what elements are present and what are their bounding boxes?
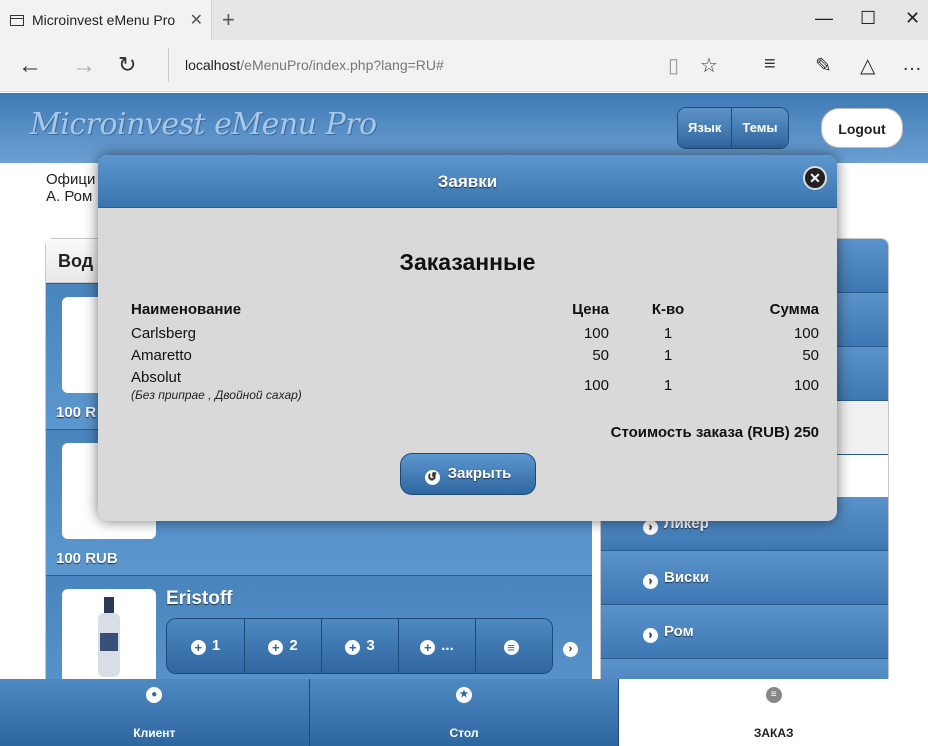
officer-line-1: Офици xyxy=(46,171,96,188)
tab-close-icon[interactable]: ✕ xyxy=(190,10,203,30)
dialog-close-icon[interactable]: ✕ xyxy=(803,166,827,190)
maximize-icon[interactable]: ☐ xyxy=(860,8,876,29)
browser-tab-bar: Microinvest eMenu Pro ✕ + — ☐ ✕ xyxy=(0,0,928,40)
officer-line-2: А. Ром xyxy=(46,188,93,205)
user-icon: ● xyxy=(146,687,163,703)
product-name: Eristoff xyxy=(166,588,233,609)
category-item-whisky[interactable]: › Виски xyxy=(601,551,888,605)
list-icon: ≡ xyxy=(765,687,782,703)
web-note-icon[interactable]: ✎ xyxy=(815,53,832,78)
dialog-title: Заявки xyxy=(98,155,837,208)
share-icon[interactable]: △ xyxy=(860,53,875,78)
details-button[interactable]: ≡ xyxy=(475,619,552,673)
favorite-star-icon[interactable]: ☆ xyxy=(700,53,718,78)
orders-dialog: Заявки ✕ Заказанные Наименование Цена К-… xyxy=(98,155,837,521)
bottle-image xyxy=(98,597,120,677)
reading-view-icon[interactable]: ▯ xyxy=(668,53,679,78)
nav-order[interactable]: ≡ ЗАКАЗ xyxy=(619,679,928,746)
url-field[interactable]: localhost/eMenuPro/index.php?lang=RU# xyxy=(168,48,648,82)
plus-icon: + xyxy=(190,640,206,655)
nav-table[interactable]: ★ Стол xyxy=(309,679,620,746)
app-header: Microinvest eMenu Pro Язык Темы Logout xyxy=(0,93,928,163)
officer-info: Офици А. Ром xyxy=(46,171,95,205)
hub-icon[interactable]: ≡ xyxy=(764,53,776,76)
refresh-icon[interactable]: ↻ xyxy=(118,52,136,78)
browser-tab[interactable]: Microinvest eMenu Pro ✕ xyxy=(0,0,212,40)
chevron-right-icon: › xyxy=(643,574,658,589)
close-dialog-button[interactable]: ↺ Закрыть xyxy=(400,453,536,495)
new-tab-icon[interactable]: + xyxy=(222,7,235,33)
tab-title: Microinvest eMenu Pro xyxy=(32,12,176,28)
minimize-icon[interactable]: — xyxy=(815,8,833,29)
chevron-right-icon: › xyxy=(643,520,658,535)
product-image xyxy=(62,589,156,685)
forward-icon[interactable]: → xyxy=(72,52,96,80)
more-icon[interactable]: … xyxy=(902,53,922,76)
quantity-buttons: +1 +2 +3 +... ≡ xyxy=(166,618,553,674)
address-bar: ← → ↻ localhost/eMenuPro/index.php?lang=… xyxy=(0,40,928,92)
header-button-group: Язык Темы xyxy=(677,107,789,149)
plus-icon: + xyxy=(345,640,361,655)
table-header: Наименование Цена К-во Сумма xyxy=(131,301,819,318)
qty-2-button[interactable]: +2 xyxy=(244,619,321,673)
table-row: Carlsberg 100 1 100 xyxy=(131,325,819,342)
plus-icon: + xyxy=(420,640,436,655)
table-row: Amaretto 50 1 50 xyxy=(131,347,819,364)
qty-3-button[interactable]: +3 xyxy=(321,619,398,673)
back-icon[interactable]: ← xyxy=(18,52,42,80)
list-icon: ≡ xyxy=(503,640,519,655)
product-price: 100 R xyxy=(56,404,97,421)
plus-icon: + xyxy=(268,640,284,655)
dialog-heading: Заказанные xyxy=(399,249,536,275)
nav-client[interactable]: ● Клиент xyxy=(0,679,310,746)
back-arrow-icon: ↺ xyxy=(424,470,440,485)
chevron-right-icon[interactable]: › xyxy=(563,639,578,657)
star-icon: ★ xyxy=(456,687,472,703)
themes-button[interactable]: Темы xyxy=(731,108,788,148)
qty-more-button[interactable]: +... xyxy=(398,619,475,673)
bottom-nav: ● Клиент ★ Стол ≡ ЗАКАЗ xyxy=(0,679,928,746)
order-total: Стоимость заказа (RUB) 250 xyxy=(610,424,819,441)
window-close-icon[interactable]: ✕ xyxy=(905,8,920,29)
table-row: Absolut (Без припрае , Двойной сахар) 10… xyxy=(131,369,819,402)
product-price: 100 RUB xyxy=(56,550,118,567)
app-viewport: Microinvest eMenu Pro Язык Темы Logout О… xyxy=(0,93,928,746)
qty-1-button[interactable]: +1 xyxy=(167,619,244,673)
tab-page-icon xyxy=(10,14,24,26)
language-button[interactable]: Язык xyxy=(678,108,732,148)
orders-table: Наименование Цена К-во Сумма Carlsberg 1… xyxy=(131,301,819,405)
chevron-right-icon: › xyxy=(643,628,658,643)
logout-button[interactable]: Logout xyxy=(821,108,903,148)
category-item-rum[interactable]: › Ром xyxy=(601,605,888,659)
item-note: (Без припрае , Двойной сахар) xyxy=(131,388,302,402)
app-logo: Microinvest eMenu Pro xyxy=(30,107,377,142)
